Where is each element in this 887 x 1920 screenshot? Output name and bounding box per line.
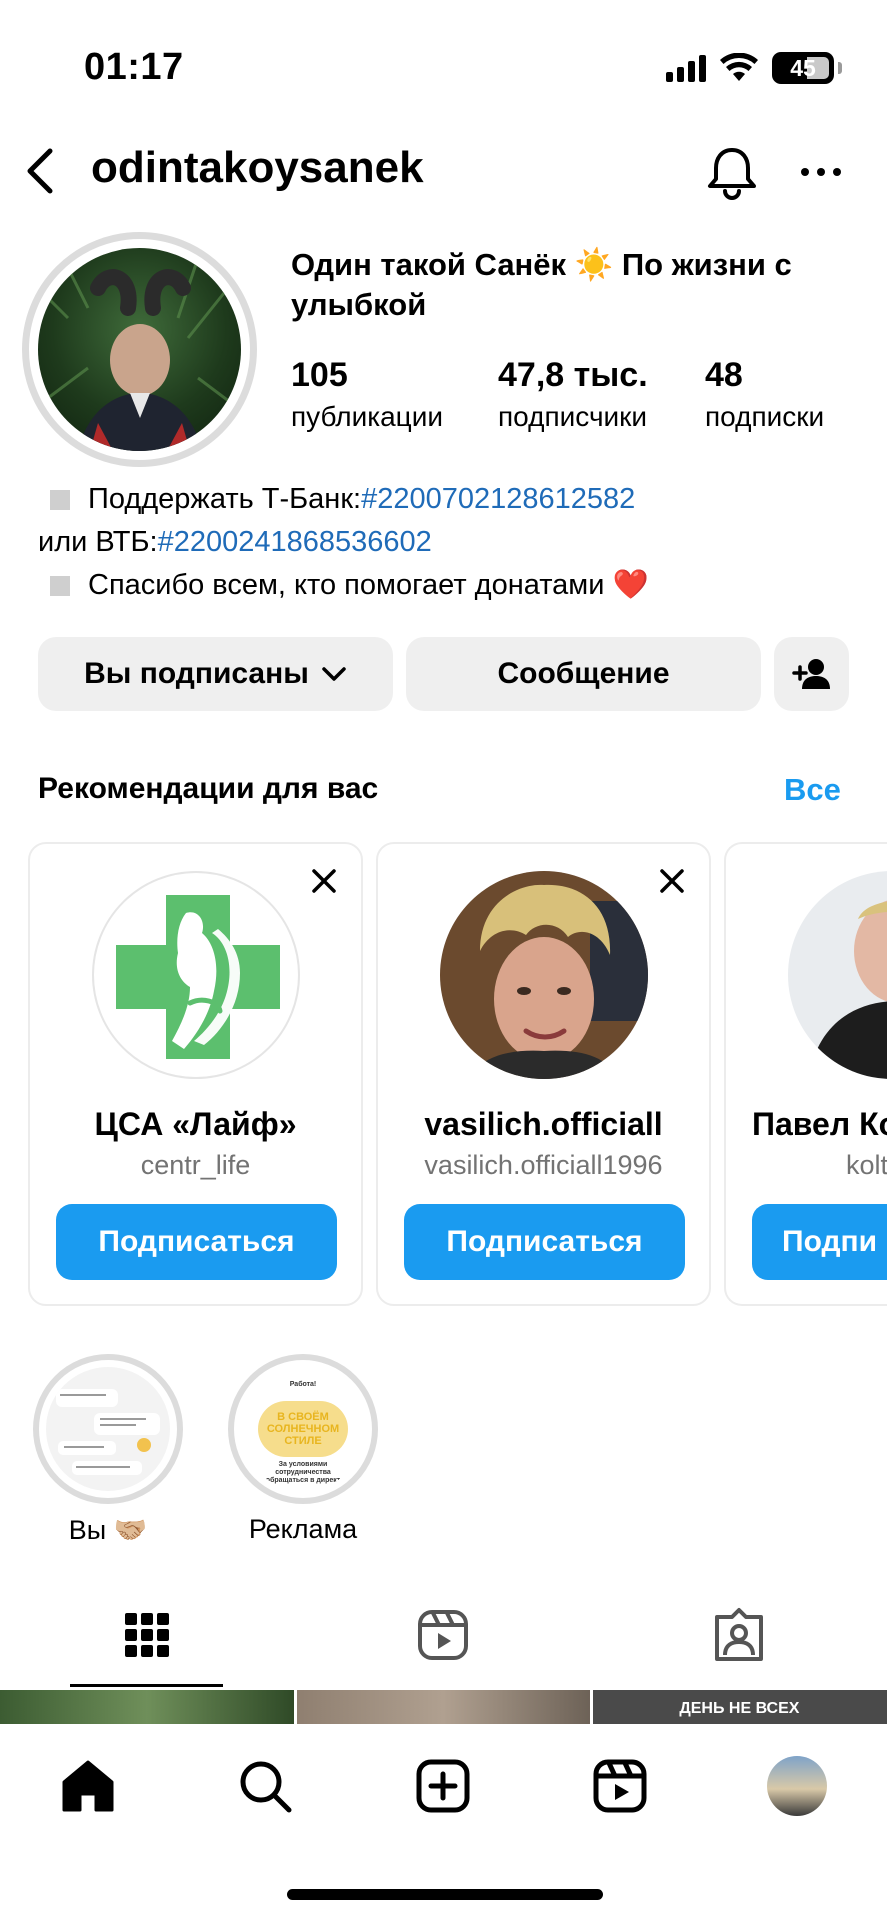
recommendations-see-all[interactable]: Все	[784, 772, 841, 808]
add-person-icon	[791, 659, 830, 689]
highlight-cover-chat	[46, 1367, 170, 1491]
stat-following-label: подписки	[705, 401, 825, 432]
stat-followers[interactable]: 47,8 тыс. подписчики	[498, 355, 648, 435]
wifi-icon	[720, 53, 758, 81]
suggest-people-button[interactable]	[774, 637, 849, 711]
tagged-icon	[715, 1608, 763, 1661]
recommendation-name: Павел Кол	[752, 1106, 887, 1142]
following-button[interactable]: Вы подписаны	[38, 637, 393, 711]
recommendation-handle: kolt	[846, 1150, 887, 1180]
tab-reels[interactable]	[413, 1605, 473, 1665]
bell-icon	[708, 148, 756, 200]
highlight-label: Вы 🤝🏼	[68, 1515, 148, 1545]
bottom-navigation	[0, 1724, 887, 1920]
following-button-label: Вы подписаны	[84, 657, 309, 690]
follow-button[interactable]: Подписаться	[404, 1204, 685, 1280]
reels-icon	[593, 1759, 647, 1813]
profile-username: odintakoysanek	[91, 143, 424, 192]
stat-followers-value: 47,8 тыс.	[498, 356, 648, 394]
bio-hashtag-vtb[interactable]: #2200241868536602	[158, 521, 432, 564]
recommendation-card[interactable]: Павел Кол kolt Подпи	[724, 842, 887, 1306]
highlight-cover-top-text: Работа!	[289, 1381, 317, 1388]
signal-icon	[666, 54, 706, 82]
nav-reels[interactable]	[590, 1756, 650, 1816]
follow-button[interactable]: Подписаться	[56, 1204, 337, 1280]
post-thumbnail[interactable]: ДЕНЬ НЕ ВСЕХ	[593, 1690, 887, 1724]
stat-posts-label: публикации	[291, 401, 443, 432]
profile-avatar	[767, 1756, 827, 1816]
battery-level: 45	[790, 54, 816, 81]
active-tab-indicator	[70, 1684, 223, 1687]
highlight-cover-bottom-text: За условиями сотрудничества обращаться в…	[265, 1461, 341, 1484]
more-icon	[801, 168, 841, 176]
chevron-down-icon	[322, 667, 346, 681]
create-icon	[416, 1759, 470, 1813]
highlight-you[interactable]: Вы 🤝🏼	[33, 1354, 183, 1546]
highlight-advertising[interactable]: Работа! В СВОЁМ СОЛНЕЧНОМ СТИЛЕ За услов…	[228, 1354, 378, 1545]
close-icon[interactable]	[309, 866, 339, 896]
post-thumbnail[interactable]	[296, 1690, 591, 1724]
recommendation-card[interactable]: ЦСА «Лайф» centr_life Подписаться	[28, 842, 363, 1306]
close-icon[interactable]	[657, 866, 687, 896]
notifications-button[interactable]	[702, 142, 762, 202]
back-button[interactable]	[18, 146, 62, 196]
recommendation-handle: vasilich.officiall1996	[424, 1150, 663, 1180]
message-button-label: Сообщение	[497, 657, 670, 690]
profile-avatar-ring[interactable]	[22, 232, 257, 467]
highlight-cover-middle-text: В СВОЁМ СОЛНЕЧНОМ СТИЛЕ	[266, 1411, 340, 1447]
follow-button[interactable]: Подпи	[752, 1204, 887, 1280]
bio-line-3-text: Спасибо всем, кто помогает донатами ❤️	[88, 569, 649, 601]
back-arrow-icon	[27, 148, 53, 194]
stat-following-value: 48	[705, 356, 743, 394]
bio-line-1-text: Поддержать Т-Банк:	[88, 483, 362, 515]
recommendation-avatar-pavel[interactable]	[788, 871, 887, 1079]
recommendations-title: Рекомендации для вас	[38, 772, 379, 805]
profile-avatar	[38, 248, 241, 451]
recommendation-name: vasilich.officiall	[424, 1106, 663, 1142]
bio-line-2-text: или ВТБ:	[38, 526, 158, 558]
recommendation-handle: centr_life	[140, 1150, 251, 1180]
recommendation-card[interactable]: vasilich.officiall vasilich.officiall199…	[376, 842, 711, 1306]
post-thumbnail-text: ДЕНЬ НЕ ВСЕХ	[679, 1700, 800, 1717]
stat-posts-value: 105	[291, 356, 348, 394]
recommendation-name: ЦСА «Лайф»	[94, 1106, 297, 1142]
tab-tagged[interactable]	[709, 1605, 769, 1665]
highlight-ring: Работа! В СВОЁМ СОЛНЕЧНОМ СТИЛЕ За услов…	[228, 1354, 378, 1504]
highlight-cover-ad: Работа! В СВОЁМ СОЛНЕЧНОМ СТИЛЕ За услов…	[241, 1367, 365, 1491]
post-thumbnail[interactable]	[0, 1690, 294, 1724]
grid-icon	[125, 1613, 169, 1657]
recommendation-avatar-vasilich[interactable]	[440, 871, 648, 1079]
highlight-ring	[33, 1354, 183, 1504]
home-icon	[62, 1760, 114, 1812]
bullet-square-icon	[50, 575, 70, 596]
status-icons: 45	[666, 50, 842, 86]
stat-followers-label: подписчики	[498, 401, 648, 432]
bullet-square-icon	[50, 489, 70, 510]
stat-following[interactable]: 48 подписки	[705, 355, 824, 435]
nav-profile[interactable]	[767, 1756, 827, 1816]
profile-display-name: Один такой Санёк ☀️ По жизни с улыбкой	[291, 247, 792, 322]
highlight-label: Реклама	[248, 1514, 358, 1544]
home-indicator	[287, 1889, 603, 1900]
status-time: 01:17	[84, 46, 184, 88]
profile-bio: Поддержать Т-Банк: #2200702128612582 или…	[38, 478, 868, 607]
message-button[interactable]: Сообщение	[406, 637, 761, 711]
bio-hashtag-tbank[interactable]: #2200702128612582	[361, 478, 635, 521]
nav-home[interactable]	[58, 1756, 118, 1816]
battery-icon: 45	[772, 52, 834, 84]
nav-search[interactable]	[235, 1756, 295, 1816]
posts-grid-preview: ДЕНЬ НЕ ВСЕХ	[0, 1690, 887, 1724]
more-options-button[interactable]	[796, 150, 846, 194]
nav-create[interactable]	[413, 1756, 473, 1816]
recommendation-avatar-centr-life[interactable]	[92, 871, 300, 1079]
tab-posts-grid[interactable]	[117, 1605, 177, 1665]
stat-posts[interactable]: 105 публикации	[291, 355, 443, 435]
search-icon	[240, 1761, 292, 1813]
reels-icon	[418, 1610, 468, 1660]
